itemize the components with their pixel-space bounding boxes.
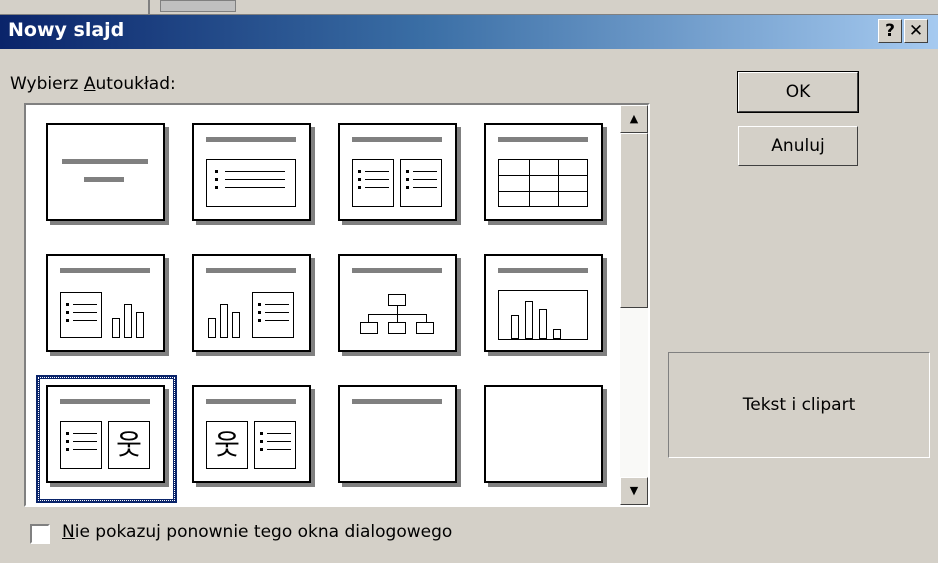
- close-button[interactable]: ✕: [904, 19, 928, 43]
- layout-list[interactable]: 웃 웃 ▲ ▼: [24, 103, 650, 507]
- dont-show-again-label[interactable]: Nie pokazuj ponownie tego okna dialogowe…: [62, 522, 452, 542]
- layout-list-scrollbar[interactable]: ▲ ▼: [620, 105, 648, 505]
- dialog-titlebar[interactable]: Nowy slajd ? ✕: [0, 15, 938, 49]
- layout-blank[interactable]: [484, 385, 603, 483]
- toolbar-button: [160, 0, 236, 12]
- layout-list-label: Wybierz Autoukład:: [10, 74, 176, 94]
- toolbar-separator: [148, 0, 150, 14]
- layout-thumbnails-grid: 웃 웃: [26, 105, 620, 505]
- scroll-up-button[interactable]: ▲: [620, 105, 648, 133]
- layout-org-chart[interactable]: [338, 254, 457, 352]
- dialog-title: Nowy slajd: [8, 19, 125, 41]
- layout-bulleted-list[interactable]: [192, 123, 311, 221]
- layout-title-only[interactable]: [338, 385, 457, 483]
- cancel-button[interactable]: Anuluj: [738, 126, 858, 166]
- layout-name-preview: Tekst i clipart: [668, 352, 930, 458]
- clipart-person-icon: 웃: [206, 421, 248, 469]
- clipart-person-icon: 웃: [108, 421, 150, 469]
- help-button[interactable]: ?: [878, 19, 902, 43]
- ok-button[interactable]: OK: [738, 72, 858, 112]
- layout-chart-and-text[interactable]: [192, 254, 311, 352]
- layout-clipart-and-text[interactable]: 웃: [192, 385, 311, 483]
- layout-chart[interactable]: [484, 254, 603, 352]
- scrollbar-thumb[interactable]: [620, 133, 648, 308]
- layout-two-column-text[interactable]: [338, 123, 457, 221]
- layout-table[interactable]: [484, 123, 603, 221]
- scroll-down-button[interactable]: ▼: [620, 477, 648, 505]
- dont-show-again-checkbox[interactable]: [30, 524, 50, 544]
- layout-title-slide[interactable]: [46, 123, 165, 221]
- background-toolbar-strip: [0, 0, 938, 15]
- layout-text-and-chart[interactable]: [46, 254, 165, 352]
- layout-text-and-clipart[interactable]: 웃: [46, 385, 165, 483]
